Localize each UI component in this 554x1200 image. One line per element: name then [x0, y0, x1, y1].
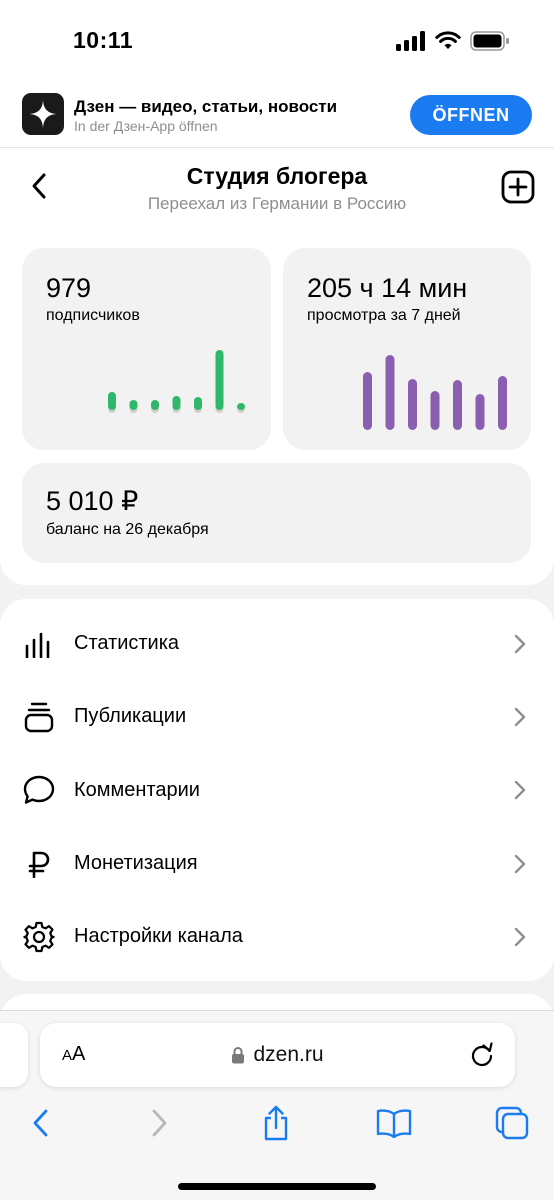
- url-text: dzen.ru: [253, 1043, 324, 1066]
- views-tile[interactable]: 205 ч 14 мин просмотра за 7 дней: [283, 248, 531, 450]
- channel-name: Переехал из Германии в Россию: [147, 194, 407, 213]
- menu-item-label: Монетизация: [74, 852, 198, 875]
- chevron-right-icon: [152, 1109, 167, 1137]
- open-app-button[interactable]: ÖFFNEN: [410, 95, 532, 135]
- menu-item-channel-settings[interactable]: Настройки канала: [0, 900, 554, 973]
- chart-bar: [475, 394, 485, 430]
- chevron-right-icon: [514, 707, 528, 727]
- dzen-logo-icon: [22, 93, 64, 135]
- subscribers-count: 979: [46, 273, 92, 303]
- share-button[interactable]: [256, 1103, 296, 1143]
- add-publication-button[interactable]: [500, 169, 536, 205]
- chevron-right-icon: [514, 780, 528, 800]
- chart-bar: [129, 400, 138, 410]
- studio-card: Студия блогера Переехал из Германии в Ро…: [0, 148, 554, 585]
- banner-title: Дзен — видео, статьи, новости: [74, 97, 338, 116]
- chart-bar: [215, 350, 224, 410]
- views-label: просмотра за 7 дней: [307, 307, 461, 324]
- chart-bar: [194, 397, 202, 410]
- bar-chart-icon: [22, 627, 56, 661]
- chart-bar: [453, 380, 462, 430]
- subscribers-mini-chart: [108, 350, 245, 413]
- balance-tile[interactable]: 5 010 ₽ баланс на 26 декабря: [22, 463, 531, 563]
- menu-item-label: Комментарии: [74, 778, 200, 801]
- battery-icon: [470, 31, 509, 51]
- chevron-right-icon: [514, 854, 528, 874]
- menu-item-label: Настройки канала: [74, 925, 243, 948]
- reload-button[interactable]: [469, 1042, 495, 1068]
- share-icon: [264, 1105, 288, 1141]
- cellular-signal-icon: [396, 31, 425, 51]
- stack-icon: [22, 700, 56, 734]
- chevron-left-icon: [33, 1109, 48, 1137]
- plus-square-icon: [501, 170, 535, 204]
- studio-menu: Статистика Публикации Комментарии Монети…: [0, 599, 554, 981]
- chart-bar: [108, 392, 116, 410]
- browser-bottom-bar: AA dzen.ru: [0, 1010, 554, 1200]
- previous-tab-preview[interactable]: [0, 1023, 28, 1087]
- menu-item-label: Публикации: [74, 705, 187, 728]
- book-icon: [376, 1109, 412, 1138]
- chart-bar: [498, 376, 507, 430]
- browser-toolbar: [0, 1099, 554, 1149]
- browser-back-button[interactable]: [20, 1103, 60, 1143]
- chart-bar: [237, 403, 245, 410]
- chart-bar: [363, 372, 372, 430]
- reload-icon: [471, 1042, 493, 1067]
- bookmarks-button[interactable]: [374, 1103, 414, 1143]
- ruble-icon: [22, 847, 56, 881]
- chevron-right-icon: [514, 634, 528, 654]
- status-icons: [396, 31, 510, 51]
- app-banner: Дзен — видео, статьи, новости In der Дзе…: [0, 84, 554, 148]
- browser-forward-button[interactable]: [140, 1103, 180, 1143]
- address-bar[interactable]: AA dzen.ru: [40, 1023, 515, 1087]
- subscribers-label: подписчиков: [46, 307, 140, 324]
- menu-item-comments[interactable]: Комментарии: [0, 754, 554, 827]
- gear-icon: [22, 920, 56, 954]
- status-bar: 10:11: [0, 0, 554, 84]
- menu-item-publications[interactable]: Публикации: [0, 680, 554, 753]
- tabs-button[interactable]: [492, 1103, 532, 1143]
- chart-bar: [430, 391, 440, 430]
- menu-item-label: Статистика: [74, 632, 180, 655]
- balance-label: баланс на 26 декабря: [46, 521, 209, 538]
- chart-bar: [151, 400, 159, 410]
- speech-bubble-icon: [22, 773, 56, 807]
- views-time: 205 ч 14 мин: [307, 273, 468, 303]
- views-mini-chart: [363, 355, 507, 430]
- chart-bar: [385, 355, 395, 430]
- home-indicator: [178, 1183, 376, 1190]
- lock-icon: [232, 1047, 245, 1064]
- balance-amount: 5 010 ₽: [46, 486, 139, 516]
- status-time: 10:11: [73, 27, 134, 53]
- page-title: Студия блогера: [186, 163, 368, 189]
- chevron-right-icon: [514, 927, 528, 947]
- tabs-icon: [495, 1106, 529, 1140]
- chart-bar: [408, 379, 417, 430]
- menu-item-monetization[interactable]: Монетизация: [0, 827, 554, 900]
- menu-item-statistics[interactable]: Статистика: [0, 607, 554, 680]
- wifi-icon: [435, 31, 461, 49]
- subscribers-tile[interactable]: 979 подписчиков: [22, 248, 271, 450]
- chart-bar: [172, 396, 181, 410]
- banner-subtitle: In der Дзен-App öffnen: [74, 118, 218, 134]
